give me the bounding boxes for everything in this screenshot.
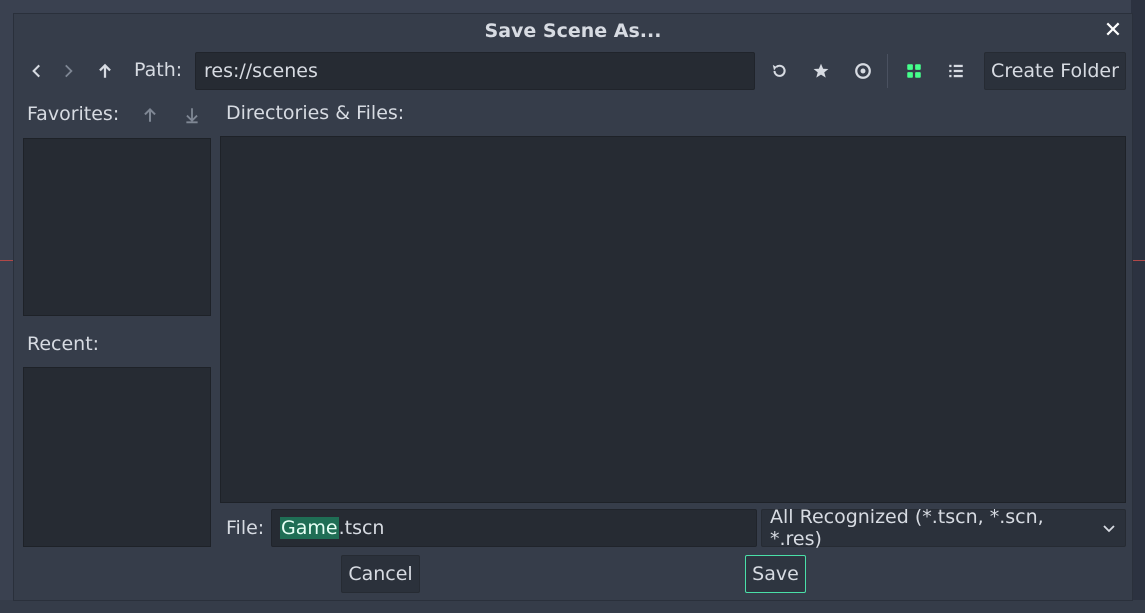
favorite-toggle-button[interactable]	[806, 56, 836, 86]
refresh-button[interactable]	[764, 56, 794, 86]
file-label: File:	[226, 517, 265, 539]
files-label: Directories & Files:	[226, 102, 405, 124]
move-down-icon	[186, 108, 198, 124]
create-folder-button[interactable]: Create Folder	[984, 52, 1126, 90]
favorite-move-up-button[interactable]	[135, 100, 165, 130]
grid-view-icon	[907, 64, 921, 78]
save-button[interactable]: Save	[745, 555, 806, 593]
close-button[interactable]: ✕	[1100, 17, 1126, 43]
file-filter-value: All Recognized (*.tscn, *.scn, *.res)	[770, 506, 1044, 550]
list-view-button[interactable]	[941, 56, 971, 86]
background-bottom	[0, 600, 1145, 613]
file-name-selection: Game	[280, 517, 339, 539]
favorites-list[interactable]	[23, 138, 211, 316]
path-input[interactable]: res://scenes	[195, 52, 755, 90]
chevron-down-icon	[1103, 525, 1115, 533]
toggle-hidden-button[interactable]	[848, 56, 878, 86]
favorites-label: Favorites:	[27, 103, 120, 125]
file-list[interactable]	[220, 136, 1126, 503]
recent-list[interactable]	[23, 367, 211, 547]
star-icon	[813, 63, 829, 78]
back-button[interactable]	[22, 56, 52, 86]
arrow-up-icon	[99, 63, 111, 78]
file-name-input[interactable]: Game .tscn	[271, 509, 757, 547]
path-label: Path:	[134, 59, 183, 81]
background-panel	[1131, 0, 1145, 613]
list-view-icon	[949, 64, 963, 78]
move-up-icon	[144, 107, 156, 122]
parent-folder-button[interactable]	[90, 56, 120, 86]
refresh-icon	[772, 64, 786, 77]
grid-view-button[interactable]	[899, 56, 929, 86]
recent-label: Recent:	[27, 333, 100, 355]
forward-button[interactable]	[53, 56, 83, 86]
file-name-extension: .tscn	[338, 517, 385, 539]
cancel-button[interactable]: Cancel	[341, 555, 420, 593]
toolbar-separator	[887, 54, 888, 88]
chevron-left-icon	[32, 64, 40, 78]
dialog-title: Save Scene As...	[484, 20, 662, 42]
close-icon: ✕	[1103, 17, 1123, 43]
dialog-titlebar: Save Scene As... ✕	[14, 14, 1132, 48]
file-filter-select[interactable]: All Recognized (*.tscn, *.scn, *.res)	[761, 506, 1126, 550]
chevron-right-icon	[65, 64, 73, 78]
eye-icon	[855, 63, 871, 79]
save-scene-dialog: Save Scene As... ✕ Path: res://scenes Cr…	[13, 13, 1133, 601]
favorite-move-down-button[interactable]	[177, 100, 207, 130]
